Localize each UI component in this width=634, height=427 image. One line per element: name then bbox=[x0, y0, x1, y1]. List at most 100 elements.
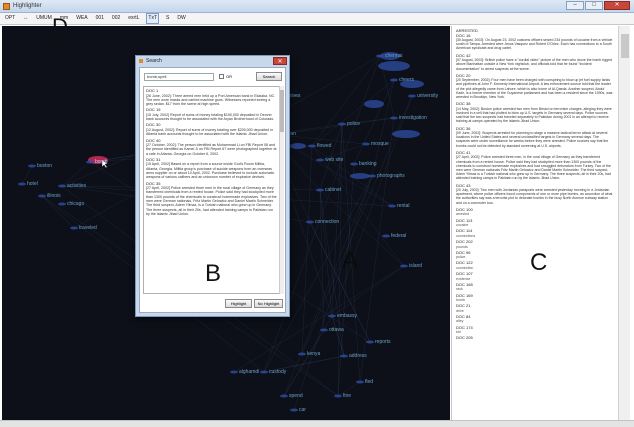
toolbar-item-s[interactable]: S bbox=[165, 14, 170, 23]
document-text: [20 September, 2002]: Four men have been… bbox=[456, 78, 613, 100]
graph-node-label[interactable]: car bbox=[299, 407, 306, 413]
graph-edge bbox=[283, 329, 325, 397]
graph-node-label[interactable]: rental bbox=[397, 203, 410, 209]
document-text: [27 April, 2002]: Police arrested three … bbox=[456, 155, 611, 181]
maximize-button[interactable]: □ bbox=[585, 1, 603, 10]
graph-node-label[interactable]: illinois bbox=[47, 193, 61, 199]
document-entry[interactable]: DOC 36 [09 June, 2002]: Suspects arreste… bbox=[456, 126, 613, 148]
search-button[interactable]: Search bbox=[256, 72, 282, 81]
graph-node-label[interactable]: hotel bbox=[27, 181, 38, 187]
graph-node-label[interactable]: banking bbox=[359, 161, 377, 167]
graph-node-label[interactable]: flowed bbox=[317, 143, 331, 149]
graph-node bbox=[230, 370, 238, 374]
graph-node-label[interactable]: activities bbox=[67, 183, 86, 189]
graph-node-label[interactable]: federal bbox=[391, 233, 406, 239]
document-entry[interactable]: DOC 16 [30 August, 2002]: On August 23, … bbox=[456, 33, 613, 51]
highlight-button[interactable]: Highlight bbox=[225, 299, 252, 308]
graph-node-label[interactable]: island bbox=[409, 263, 422, 269]
graph-node-label[interactable]: fled bbox=[365, 379, 373, 385]
mini-document-item[interactable]: DOC 100 arrested bbox=[456, 207, 613, 217]
graph-edge bbox=[293, 175, 373, 411]
toolbar-item-txt[interactable]: TxT bbox=[146, 13, 159, 24]
or-checkbox[interactable] bbox=[219, 74, 224, 79]
result-item[interactable]: DOC 31 [15 April, 2002] Based on a repor… bbox=[146, 157, 277, 180]
graph-node-label[interactable]: cabinet bbox=[325, 187, 341, 193]
document-entry[interactable]: DOC 43 [20 July, 2002]: Two men with Jor… bbox=[456, 183, 613, 205]
document-entry[interactable]: DOC 42 [07 August, 2002]: British police… bbox=[456, 53, 613, 71]
graph-node-label[interactable]: ottawa bbox=[329, 327, 344, 333]
graph-cluster bbox=[364, 100, 384, 108]
graph-node-label[interactable]: web site bbox=[325, 157, 343, 163]
document-entry[interactable]: DOC 38 [14 May, 2002]: Boston police arr… bbox=[456, 102, 613, 124]
graph-node-label[interactable]: chicago bbox=[67, 201, 84, 207]
graph-node-label[interactable]: embassy bbox=[337, 313, 357, 319]
graph-node-label[interactable]: boston bbox=[37, 163, 52, 169]
no-highlight-button[interactable]: No Highlight bbox=[254, 299, 283, 308]
dialog-close-button[interactable]: ✕ bbox=[273, 57, 287, 65]
graph-node-label[interactable]: address bbox=[349, 353, 367, 359]
results-scrollbar-thumb[interactable] bbox=[280, 90, 284, 132]
document-scrollbar-thumb[interactable] bbox=[621, 34, 629, 58]
mini-document-item[interactable]: DOC 114 connections bbox=[456, 229, 613, 238]
close-button[interactable]: ✕ bbox=[604, 1, 630, 10]
mini-document-item[interactable]: DOC 168 rack bbox=[456, 282, 613, 292]
graph-node-label[interactable]: university bbox=[417, 93, 438, 99]
graph-node-label[interactable]: police bbox=[347, 121, 360, 127]
graph-node-label[interactable]: photographs bbox=[377, 173, 405, 179]
result-item[interactable]: DOC 1 [26 June, 2002]: Three armed men h… bbox=[146, 88, 277, 106]
graph-node bbox=[260, 370, 268, 374]
graph-node bbox=[368, 174, 376, 178]
document-text: [09 June, 2002]: Suspects arrested for p… bbox=[456, 131, 609, 148]
graph-node-label[interactable]: bomb bbox=[95, 159, 108, 165]
result-item[interactable]: DOC 15 [15 July, 2002] Report of sums of… bbox=[146, 108, 277, 121]
graph-node-label[interactable]: investigation bbox=[399, 115, 427, 121]
graph-node-label[interactable]: spend bbox=[289, 393, 303, 399]
toolbar-item-opt[interactable]: OPT bbox=[4, 14, 16, 23]
mini-document-item[interactable]: DOC 21 drive bbox=[456, 304, 613, 313]
document-panel[interactable]: ARRESTED DOC 16 [30 August, 2002]: On Au… bbox=[451, 26, 617, 420]
toolbar-item-umum[interactable]: UMUM bbox=[35, 14, 53, 23]
graph-node-label[interactable]: kenya bbox=[307, 351, 320, 357]
graph-node bbox=[408, 94, 416, 98]
graph-node-label[interactable]: custody bbox=[269, 369, 286, 375]
result-item[interactable]: DOC 40 [27 October, 2002]: The person id… bbox=[146, 138, 277, 156]
minimize-button[interactable]: – bbox=[566, 1, 584, 10]
toolbar: OPT ↔ UMUM mm WEA 001 002 exrtL TxT S DW bbox=[0, 13, 634, 25]
toolbar-item-dw[interactable]: DW bbox=[176, 14, 186, 23]
graph-node-label[interactable]: traveled bbox=[79, 225, 97, 231]
overlay-label-d: D bbox=[52, 14, 68, 39]
app-icon bbox=[3, 3, 10, 10]
document-scrollbar[interactable] bbox=[618, 26, 630, 420]
document-entry[interactable]: DOC 41 [27 April, 2002]: Police arrested… bbox=[456, 150, 613, 181]
toolbar-item-wea[interactable]: WEA bbox=[75, 14, 88, 23]
toolbar-item-arrows[interactable]: ↔ bbox=[22, 14, 29, 23]
result-item[interactable]: DOC 30 [12 August, 2002]: Report of sums… bbox=[146, 123, 277, 136]
graph-node bbox=[316, 158, 324, 162]
mini-document-item[interactable]: DOC 202 pounds bbox=[456, 239, 613, 249]
mini-document-item[interactable]: DOC 84 alley bbox=[456, 314, 613, 324]
toolbar-item-exrtl[interactable]: exrtL bbox=[127, 14, 140, 23]
graph-node bbox=[280, 394, 288, 398]
graph-node-label[interactable]: fine bbox=[343, 393, 351, 399]
toolbar-item-002[interactable]: 002 bbox=[111, 14, 121, 23]
graph-node bbox=[390, 116, 398, 120]
graph-node-label[interactable]: chennai bbox=[385, 53, 403, 59]
graph-node-label[interactable]: mosque bbox=[371, 141, 389, 147]
search-input[interactable]: bomb,spell bbox=[144, 73, 214, 81]
mini-document-item[interactable]: DOC 174 kid bbox=[456, 325, 613, 335]
mini-document-item[interactable]: DOC 205 bbox=[456, 336, 613, 341]
mini-document-item[interactable]: DOC 113 cocaine bbox=[456, 218, 613, 228]
mini-document-item[interactable]: DOC 169 bomb bbox=[456, 293, 613, 303]
document-entry[interactable]: DOC 20 [20 September, 2002]: Four men ha… bbox=[456, 73, 613, 100]
mini-document-word: alley bbox=[456, 319, 464, 324]
graph-node-label[interactable]: connection bbox=[315, 219, 339, 225]
graph-node bbox=[70, 226, 78, 230]
toolbar-item-001[interactable]: 001 bbox=[95, 14, 105, 23]
results-scrollbar[interactable] bbox=[279, 86, 284, 294]
graph-node-label[interactable]: reports bbox=[375, 339, 391, 345]
result-item[interactable]: DOC 35 [27 April, 2002] Police arrested … bbox=[146, 181, 277, 217]
graph-node bbox=[390, 78, 398, 82]
mini-document-word: evidence bbox=[456, 276, 471, 281]
graph-node-label[interactable]: alghamdi bbox=[239, 369, 259, 375]
graph-node-label[interactable]: cheers bbox=[399, 77, 414, 83]
